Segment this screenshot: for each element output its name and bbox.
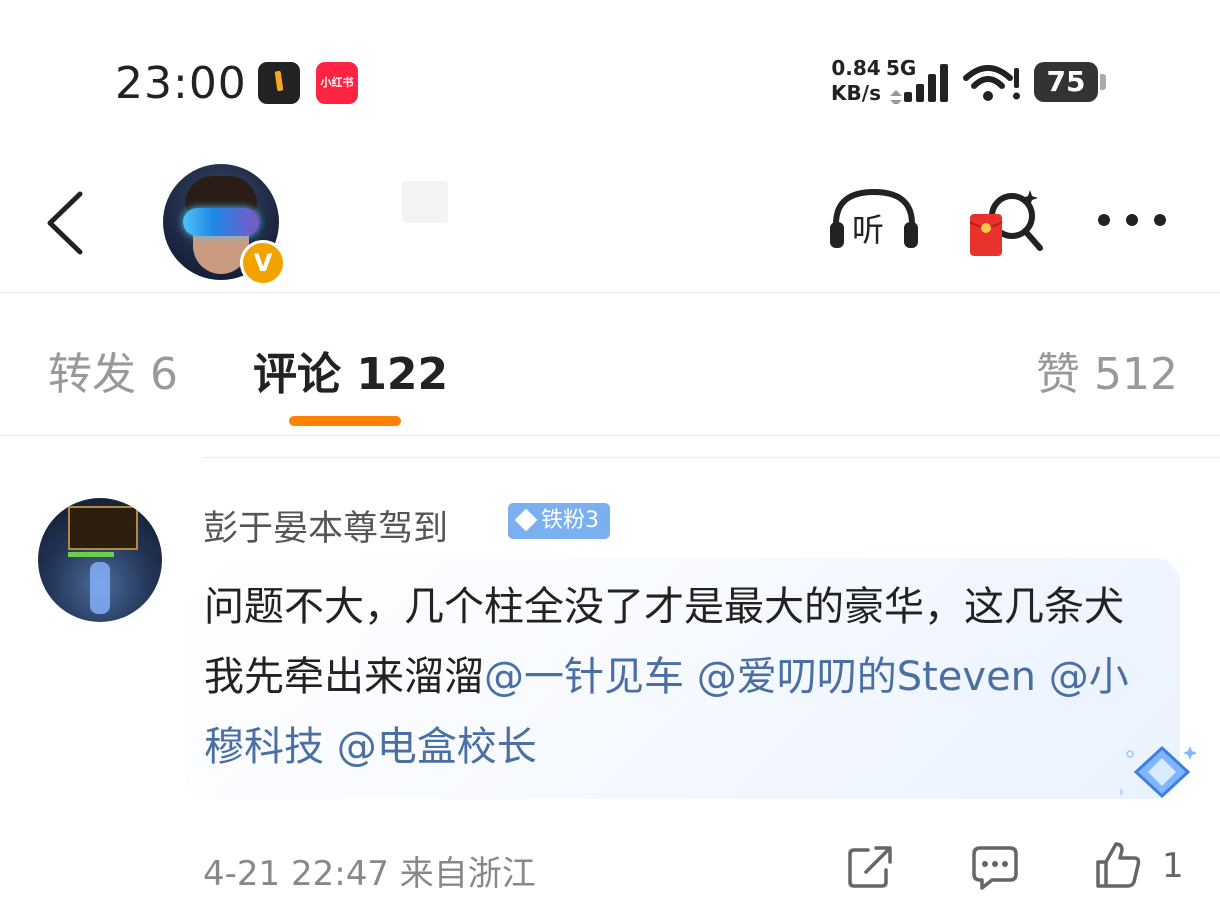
fan-level-badge[interactable]: 铁粉3 (508, 503, 610, 539)
comment-time: 4-21 22:47 (203, 854, 389, 894)
share-icon[interactable] (846, 844, 894, 890)
battery-level: 75 (1034, 62, 1098, 102)
commenter-avatar[interactable] (38, 498, 162, 622)
comment-top-divider (202, 457, 1220, 458)
network-speed: 0.84 KB/s (826, 56, 886, 106)
active-tab-indicator (289, 416, 401, 426)
comment-text: 问题不大，几个柱全没了才是最大的豪华，这几条犬我先牵出来溜溜@一针见车 @爱叨叨… (204, 572, 1154, 782)
tab-likes[interactable]: 赞 512 (1036, 338, 1178, 402)
wifi-icon (963, 65, 1020, 101)
commenter-username[interactable]: 彭于晏本尊驾到 (203, 500, 448, 551)
diamond-decoration-icon (1120, 745, 1197, 799)
thumbs-up-icon[interactable] (1094, 840, 1142, 890)
diamond-icon (514, 508, 538, 532)
comment-location: 来自浙江 (399, 854, 536, 894)
comment-meta: 4-21 22:47 来自浙江 (203, 846, 536, 895)
tabs-divider (0, 435, 1220, 436)
battery-tip (1100, 74, 1106, 90)
mention-link[interactable]: @爱叨叨的Steven (697, 654, 1036, 700)
clock-app-icon (258, 62, 300, 104)
mention-link[interactable]: @一针见车 (484, 654, 684, 700)
network-speed-value: 0.84 (831, 56, 881, 80)
more-icon[interactable] (1096, 210, 1168, 230)
verified-badge: V (240, 240, 286, 286)
listen-label: 听 (852, 211, 885, 249)
signal-icon (890, 64, 948, 104)
mention-link[interactable]: @电盒校长 (337, 724, 537, 770)
author-name-placeholder (402, 181, 448, 223)
tab-repost[interactable]: 转发 6 (48, 338, 178, 402)
network-speed-unit: KB/s (831, 81, 881, 105)
tab-comments[interactable]: 评论 122 (253, 338, 448, 402)
back-icon[interactable] (40, 188, 90, 258)
red-packet-search-icon[interactable] (966, 186, 1046, 258)
header-divider (0, 292, 1220, 293)
xiaohongshu-app-icon: 小红书 (316, 62, 358, 104)
status-time: 23:00 (115, 58, 247, 109)
like-count: 1 (1162, 846, 1184, 886)
comment-reply-icon[interactable] (970, 844, 1020, 890)
fan-level-label: 铁粉3 (541, 508, 599, 533)
